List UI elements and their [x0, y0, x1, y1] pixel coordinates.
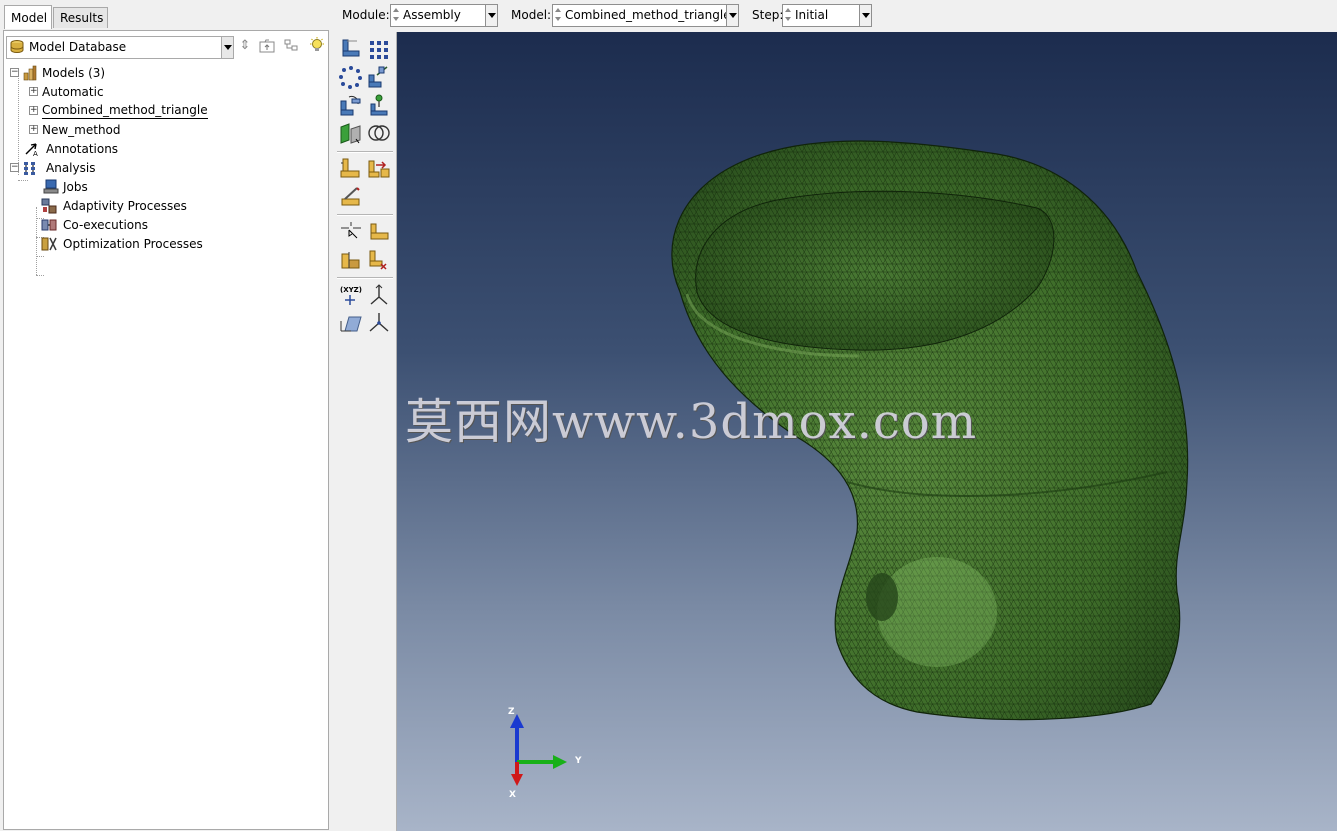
model-database-label: Model Database: [29, 40, 127, 54]
radial-pattern-icon[interactable]: [339, 65, 363, 89]
model-tree-panel: Model Results Model Database ⇕ − Models …: [0, 0, 330, 831]
tree-label: Combined_method_triangle: [42, 103, 208, 119]
convert-constraints-icon[interactable]: [339, 121, 363, 145]
linear-pattern-icon[interactable]: [367, 37, 391, 61]
svg-text:A: A: [33, 150, 38, 157]
spinner-icon[interactable]: [392, 6, 400, 23]
svg-text:(XYZ): (XYZ): [340, 286, 362, 294]
expand-icon[interactable]: +: [29, 106, 38, 115]
tree-label: Automatic: [42, 85, 104, 99]
models-icon: [23, 65, 37, 81]
model-database-select[interactable]: Model Database: [6, 36, 234, 59]
module-value: Assembly: [403, 8, 461, 22]
axis-label-y: Y: [575, 756, 582, 766]
watermark-text: 莫西网www.3dmox.com: [405, 394, 978, 450]
tree-node-model[interactable]: + Automatic: [8, 83, 318, 101]
tab-model[interactable]: Model: [4, 5, 52, 29]
create-instance-icon[interactable]: [339, 37, 363, 61]
step-value: Initial: [795, 8, 829, 22]
create-datum-axis-icon[interactable]: [367, 283, 391, 307]
spinner-icon[interactable]: [554, 6, 562, 23]
chevron-down-icon[interactable]: [485, 5, 497, 26]
up-down-arrows-icon[interactable]: ⇕: [236, 37, 254, 55]
view-triad: Z Y X: [497, 704, 587, 804]
parallel-csys-icon[interactable]: [367, 248, 391, 272]
model-label: Model:: [511, 8, 552, 22]
coaxial-icon[interactable]: [367, 220, 391, 244]
lightbulb-icon[interactable]: [308, 37, 326, 55]
contact-icon[interactable]: [339, 248, 363, 272]
chevron-down-icon[interactable]: [726, 5, 738, 26]
step-label: Step:: [752, 8, 784, 22]
expand-icon[interactable]: +: [29, 125, 38, 134]
tree-node-co-executions[interactable]: Co-executions: [8, 216, 318, 234]
tree-label: New_method: [42, 123, 121, 137]
module-combo[interactable]: Assembly: [390, 4, 498, 27]
face-to-face-icon[interactable]: [367, 157, 391, 181]
model-combo[interactable]: Combined_method_triangle: [552, 4, 739, 27]
create-datum-plane-icon[interactable]: [339, 311, 363, 335]
folder-up-icon[interactable]: [258, 37, 276, 55]
merge-cut-instances-icon[interactable]: [367, 121, 391, 145]
collapse-icon[interactable]: −: [10, 68, 19, 77]
tab-results[interactable]: Results: [53, 7, 108, 28]
tree-node-annotations[interactable]: A Annotations: [8, 140, 318, 158]
expand-icon[interactable]: +: [29, 87, 38, 96]
module-label: Module:: [342, 8, 390, 22]
step-combo[interactable]: Initial: [782, 4, 872, 27]
annotation-arrow-icon: A: [25, 143, 38, 157]
tree-label: Jobs: [63, 180, 88, 194]
chevron-down-icon[interactable]: [859, 5, 871, 26]
coincident-point-icon[interactable]: [339, 220, 363, 244]
tree-label: Models (3): [42, 66, 106, 80]
rotate-instance-icon[interactable]: [339, 93, 363, 117]
tree-node-model-current[interactable]: + Combined_method_triangle: [8, 102, 318, 120]
model-tree-box: Model Database ⇕ − Models (3) + Automati…: [3, 30, 329, 830]
create-datum-csys-icon[interactable]: [367, 311, 391, 335]
assembly-toolbox: (XYZ): [333, 32, 397, 831]
parallel-face-icon[interactable]: [339, 157, 363, 181]
tree-label: Co-executions: [63, 218, 149, 232]
adaptivity-icon: [41, 198, 57, 214]
chevron-down-icon[interactable]: [221, 37, 233, 58]
axis-label-z: Z: [508, 707, 515, 717]
tree-label: Adaptivity Processes: [63, 199, 187, 213]
axis-triad-icon: [510, 714, 567, 786]
optimization-icon: [41, 237, 57, 251]
edge-to-edge-icon[interactable]: [339, 185, 363, 209]
tree-node-optimization[interactable]: Optimization Processes: [8, 235, 318, 253]
translate-instance-icon[interactable]: [367, 65, 391, 89]
axis-label-x: X: [509, 790, 516, 800]
tree-node-analysis[interactable]: − Analysis: [8, 159, 318, 177]
graphics-viewport[interactable]: 莫西网www.3dmox.com Z Y X: [397, 32, 1337, 831]
tree-node-jobs[interactable]: Jobs: [8, 178, 318, 196]
create-datum-point-icon[interactable]: (XYZ): [339, 283, 363, 307]
tree-label: Optimization Processes: [63, 237, 203, 251]
context-bar: Module: Assembly Model: Combined_method_…: [330, 0, 1337, 32]
collapse-icon[interactable]: −: [10, 163, 19, 172]
tree-label: Annotations: [46, 142, 119, 156]
spinner-icon[interactable]: [784, 6, 792, 23]
model-value: Combined_method_triangle: [565, 8, 731, 22]
tree-node-adaptivity[interactable]: Adaptivity Processes: [8, 197, 318, 215]
tree-node-models[interactable]: − Models (3): [8, 64, 318, 82]
jobs-icon: [43, 179, 59, 194]
analysis-icon: [24, 162, 35, 175]
co-execution-icon: [41, 219, 57, 231]
tree-label: Analysis: [46, 161, 96, 175]
tree-node-model[interactable]: + New_method: [8, 121, 318, 139]
database-icon: [10, 40, 24, 53]
filter-tree-icon[interactable]: [283, 37, 301, 55]
translate-to-icon[interactable]: [367, 93, 391, 117]
